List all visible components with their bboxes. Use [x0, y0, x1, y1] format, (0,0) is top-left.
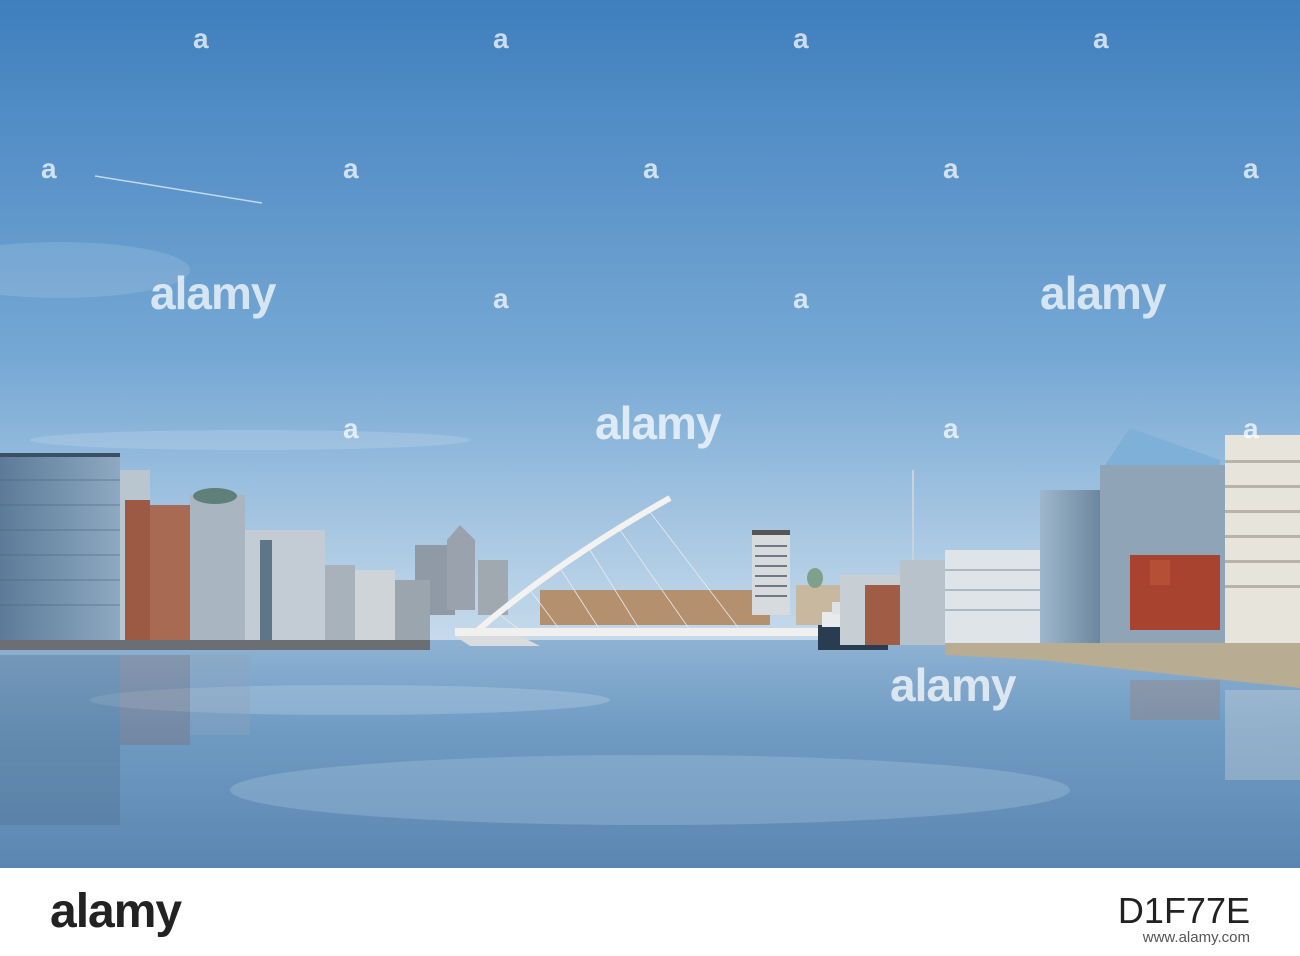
watermark-logo: alamy — [595, 397, 721, 449]
watermark-mark: a — [943, 413, 959, 444]
photo: a a a a a a a a a a a a a a alamy alamy … — [0, 0, 1300, 868]
watermark-mark: a — [1243, 153, 1259, 184]
watermark-logo: alamy — [1040, 267, 1166, 319]
watermark-mark: a — [493, 23, 509, 54]
watermark-mark: a — [343, 153, 359, 184]
watermark-mark: a — [793, 283, 809, 314]
watermark-mark: a — [193, 23, 209, 54]
watermark-mark: a — [343, 413, 359, 444]
watermark-mark: a — [41, 153, 57, 184]
footer — [0, 868, 1300, 956]
footer-logo: alamy — [50, 885, 182, 938]
watermark-logo: alamy — [890, 659, 1016, 711]
watermark-mark: a — [1093, 23, 1109, 54]
watermark-mark: a — [493, 283, 509, 314]
cloud — [30, 430, 470, 450]
watermark-mark: a — [793, 23, 809, 54]
image-id: D1F77E — [1117, 890, 1250, 931]
footer-domain: www.alamy.com — [1142, 929, 1250, 946]
watermark-mark: a — [643, 153, 659, 184]
watermark-mark: a — [943, 153, 959, 184]
watermark-mark: a — [1243, 413, 1259, 444]
watermark-logo: alamy — [150, 267, 276, 319]
